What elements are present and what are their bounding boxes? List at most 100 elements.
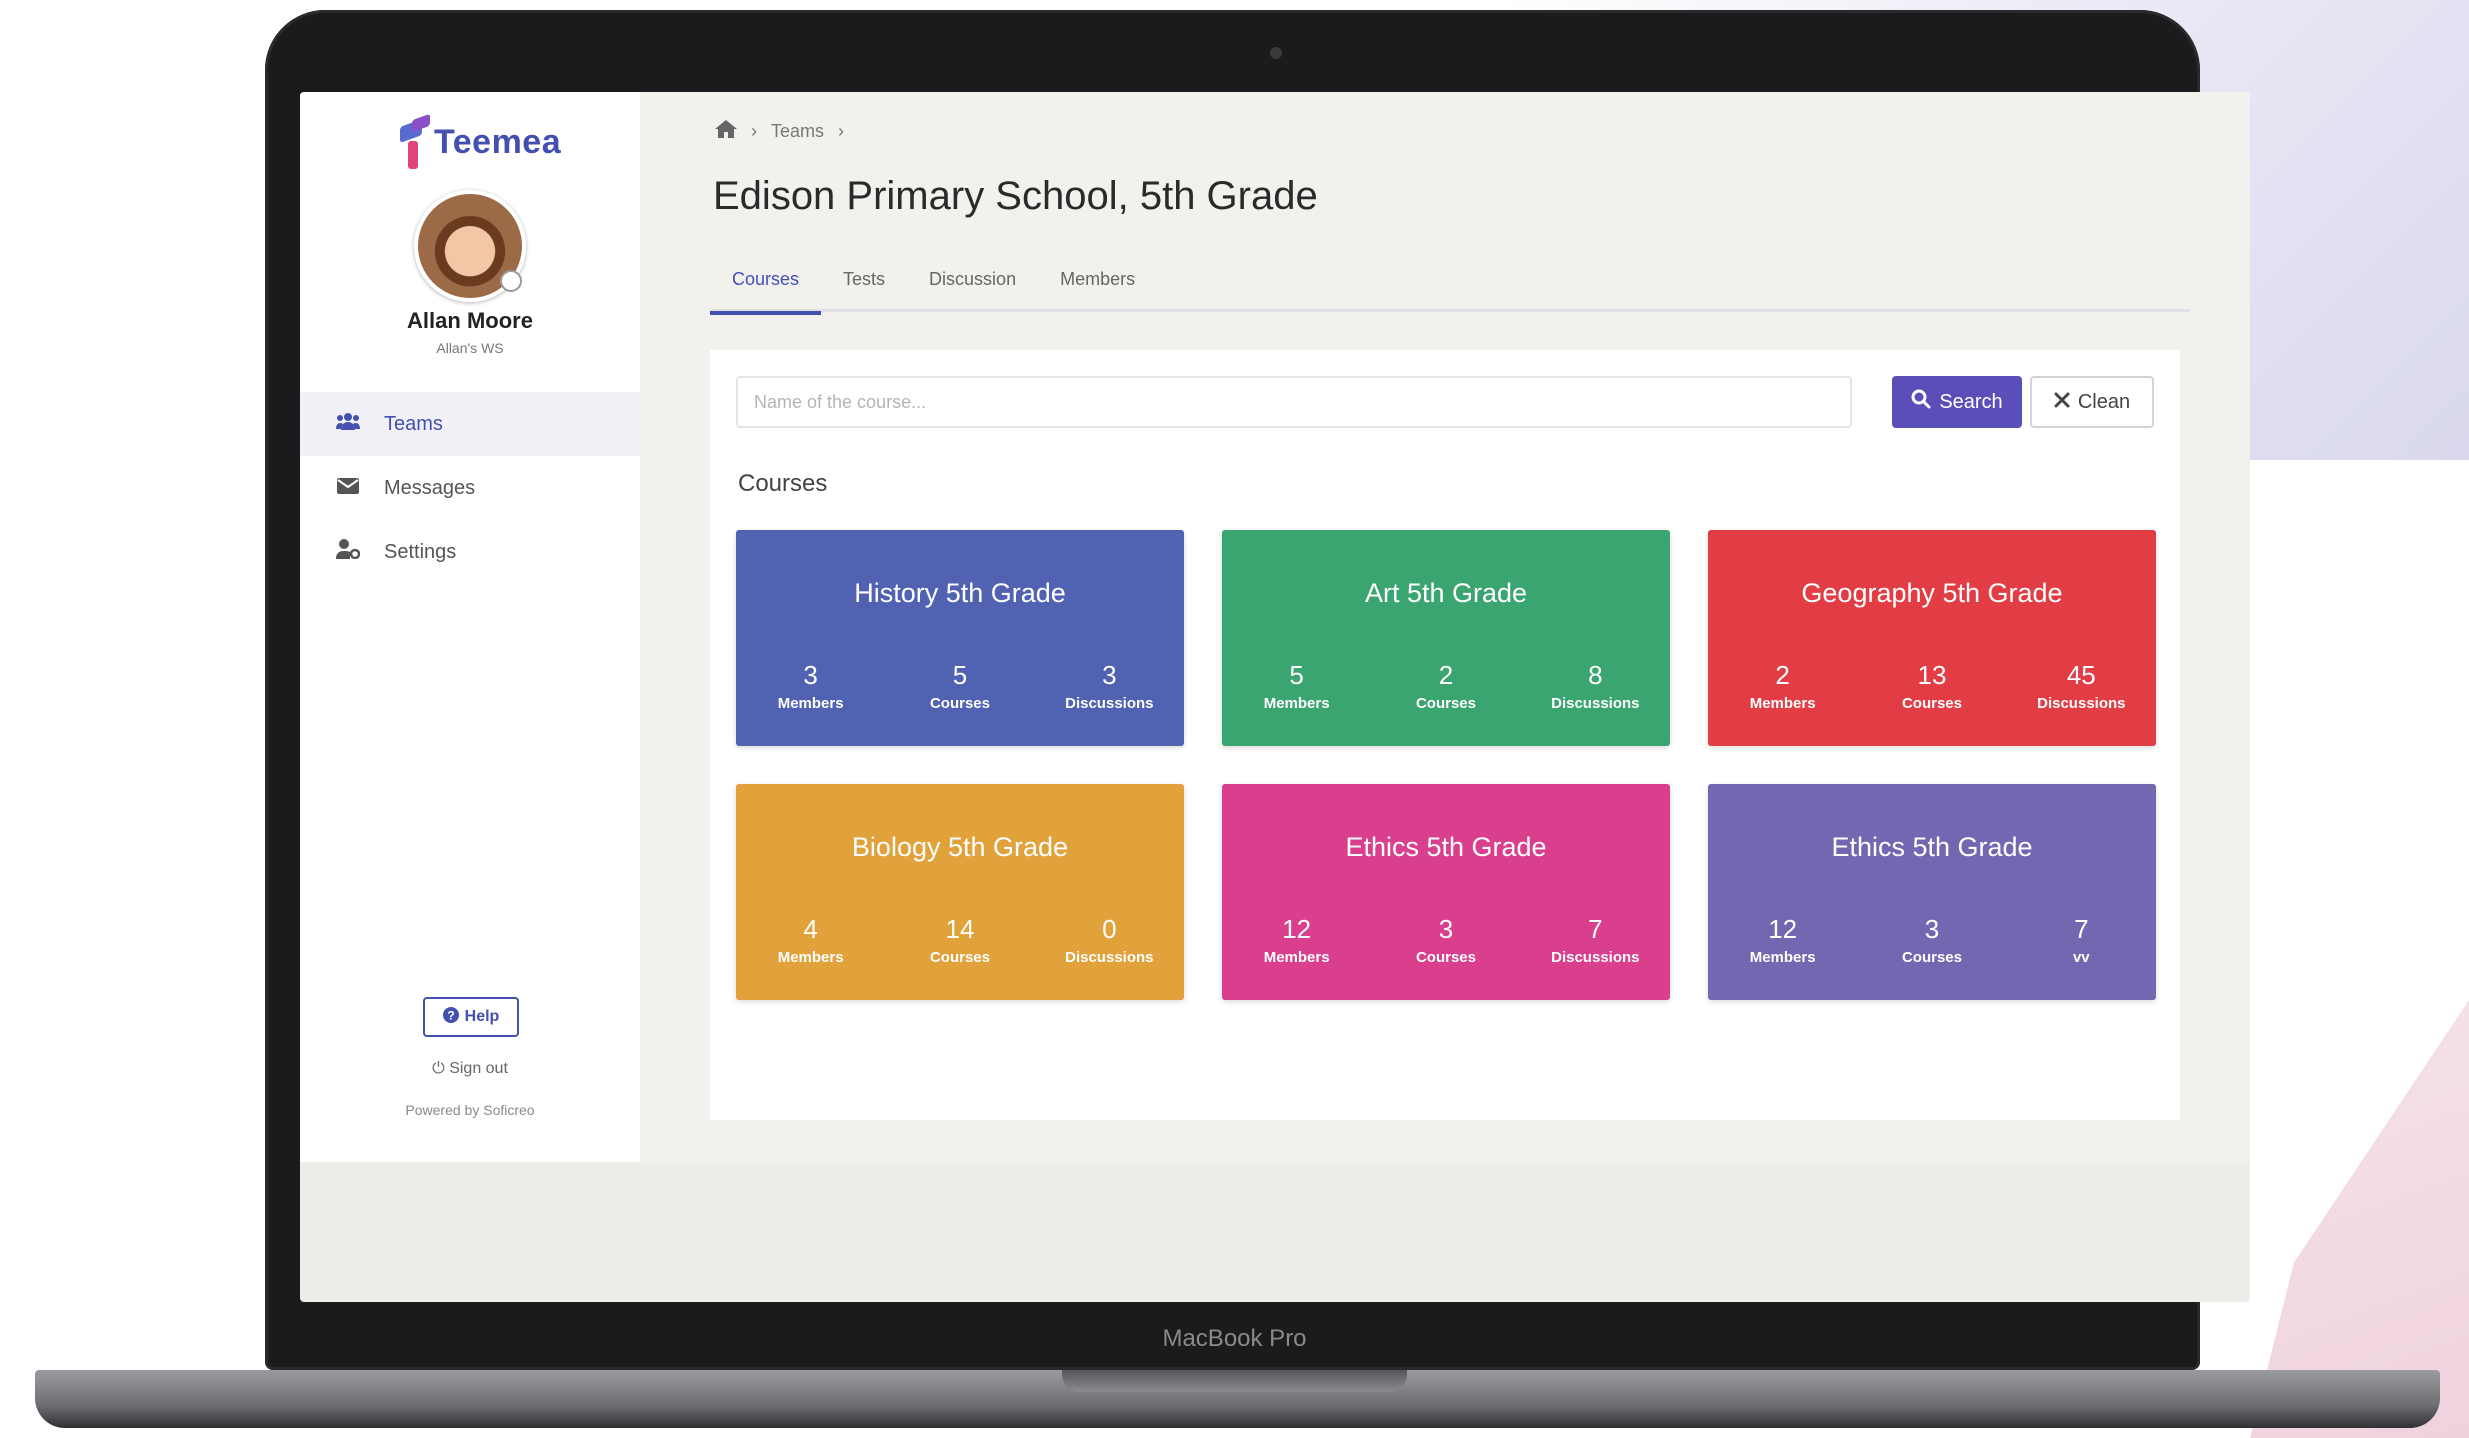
svg-text:?: ? [447, 1008, 454, 1022]
breadcrumb-separator: › [751, 121, 757, 141]
stat-members: 3 Members [741, 660, 881, 712]
stat-members: 12 Members [1713, 914, 1853, 966]
course-card[interactable]: Geography 5th Grade 2 Members 13 Courses 4… [1708, 530, 2156, 746]
course-title: History 5th Grade [854, 578, 1066, 608]
sidebar-item-teams[interactable]: Teams [300, 392, 640, 456]
clean-button[interactable]: Clean [2030, 376, 2154, 428]
course-title: Art 5th Grade [1364, 578, 1528, 608]
stat-discussions: 7 vv [2011, 914, 2151, 966]
stat-members: 2 Members [1713, 660, 1853, 712]
courses-panel: Search Clean Courses History 5th Grade 3… [710, 350, 2180, 1120]
stat-courses: 13 Courses [1862, 660, 2002, 712]
course-stats: 4 Members 14 Courses 0 Discussions [736, 914, 1184, 966]
user-workspace: Allan's WS [436, 340, 504, 356]
stat-value: 3 [803, 660, 818, 690]
tab-courses[interactable]: Courses [710, 262, 822, 315]
breadcrumb-item-teams[interactable]: Teams [771, 121, 824, 142]
stat-label: Discussions [1065, 949, 1154, 966]
power-icon: ⏻ [432, 1060, 445, 1077]
stat-value: 14 [945, 914, 975, 944]
stat-label: Courses [1901, 949, 1962, 966]
course-title: Ethics 5th Grade [1831, 832, 2033, 862]
course-stats: 3 Members 5 Courses 3 Discussions [736, 660, 1184, 712]
section-title: Courses [738, 470, 828, 497]
course-card[interactable]: History 5th Grade 3 Members 5 Courses 3 Dis… [736, 530, 1184, 746]
course-stats: 12 Members 3 Courses 7 vv [1708, 914, 2156, 966]
stat-value: 3 [1102, 660, 1117, 690]
stat-discussions: 3 Discussions [1039, 660, 1179, 712]
stat-value: 0 [1102, 914, 1117, 944]
stat-label: Members [1749, 695, 1816, 712]
course-stats: 12 Members 3 Courses 7 Discussions [1222, 914, 1670, 966]
stat-discussions: 0 Discussions [1039, 914, 1179, 966]
stat-value: 12 [1282, 914, 1312, 944]
stat-courses: 3 Courses [1862, 914, 2002, 966]
stat-value: 4 [803, 914, 818, 944]
stat-value: 2 [1438, 660, 1454, 690]
stat-value: 45 [2066, 660, 2096, 690]
logo-text: Teemea [434, 122, 562, 161]
stat-courses: 2 Courses [1376, 660, 1516, 712]
course-title: Geography 5th Grade [1801, 578, 2063, 608]
tab-tests[interactable]: Tests [821, 262, 907, 312]
stat-members: 5 Members [1227, 660, 1367, 712]
search-button[interactable]: Search [1892, 376, 2022, 428]
stat-discussions: 7 Discussions [1525, 914, 1665, 966]
course-stats: 5 Members 2 Courses 8 Discussions [1222, 660, 1670, 712]
logo-mark-icon [400, 113, 430, 171]
stat-label: Discussions [2037, 695, 2126, 712]
stat-value: 12 [1768, 914, 1798, 944]
course-search-input[interactable] [736, 376, 1852, 428]
stat-label: Members [1749, 949, 1816, 966]
sign-out-link[interactable]: ⏻ Sign out [300, 1060, 640, 1078]
course-card[interactable]: Ethics 5th Grade 12 Members 3 Courses 7 Dis… [1222, 784, 1670, 1000]
stat-label: Members [1263, 949, 1330, 966]
stat-label: Discussions [1065, 695, 1154, 712]
sign-out-label: Sign out [449, 1060, 508, 1077]
sidebar-nav: Teams Messages Settings [300, 392, 640, 584]
powered-by: Powered by Soficreo [405, 1102, 535, 1118]
stat-value: 5 [952, 660, 968, 690]
stat-value: 5 [1289, 660, 1304, 690]
stat-value: 7 [1588, 914, 1603, 944]
course-card[interactable]: Ethics 5th Grade 12 Members 3 Courses 7 vv [1708, 784, 2156, 1000]
course-card[interactable]: Biology 5th Grade 4 Members 14 Courses 0 Di… [736, 784, 1184, 1000]
stat-value: 3 [1924, 914, 1940, 944]
tab-members[interactable]: Members [1038, 262, 1157, 312]
sidebar-item-label: Messages [384, 476, 476, 499]
tab-discussion[interactable]: Discussion [907, 262, 1038, 312]
course-title: Biology 5th Grade [851, 832, 1069, 862]
user-name: Allan Moore [407, 308, 533, 333]
laptop-notch [1062, 1370, 1407, 1392]
stat-label: Courses [929, 695, 990, 712]
help-button[interactable]: ? Help [423, 997, 519, 1037]
stat-label: Discussions [1551, 949, 1640, 966]
sidebar-item-settings[interactable]: Settings [300, 520, 640, 584]
course-card[interactable]: Art 5th Grade 5 Members 2 Courses 8 Discuss… [1222, 530, 1670, 746]
stat-label: vv [2072, 949, 2090, 966]
stat-members: 12 Members [1227, 914, 1367, 966]
user-cog-icon [334, 539, 362, 565]
stat-courses: 5 Courses [890, 660, 1030, 712]
envelope-icon [334, 477, 362, 500]
home-icon[interactable] [715, 120, 737, 143]
stat-label: Members [1263, 695, 1330, 712]
stat-label: Courses [1415, 949, 1476, 966]
stat-label: Courses [1415, 695, 1476, 712]
stat-value: 3 [1438, 914, 1454, 944]
stat-members: 4 Members [741, 914, 881, 966]
sidebar-item-label: Teams [384, 412, 443, 435]
users-icon [334, 412, 362, 436]
logo[interactable]: Teemea [400, 112, 561, 172]
stat-label: Members [777, 695, 844, 712]
stat-value: 13 [1917, 660, 1947, 690]
course-stats: 2 Members 13 Courses 45 Discussions [1708, 660, 2156, 712]
stat-value: 8 [1588, 660, 1603, 690]
sidebar-item-messages[interactable]: Messages [300, 456, 640, 520]
stat-value: 2 [1775, 660, 1790, 690]
stat-label: Courses [929, 949, 990, 966]
search-icon [1911, 389, 1931, 415]
help-label: Help [464, 1008, 500, 1025]
laptop-screen: Teemea Allan Moore Allan's WS Teams Mess… [300, 92, 2250, 1302]
sidebar-item-label: Settings [384, 540, 457, 563]
